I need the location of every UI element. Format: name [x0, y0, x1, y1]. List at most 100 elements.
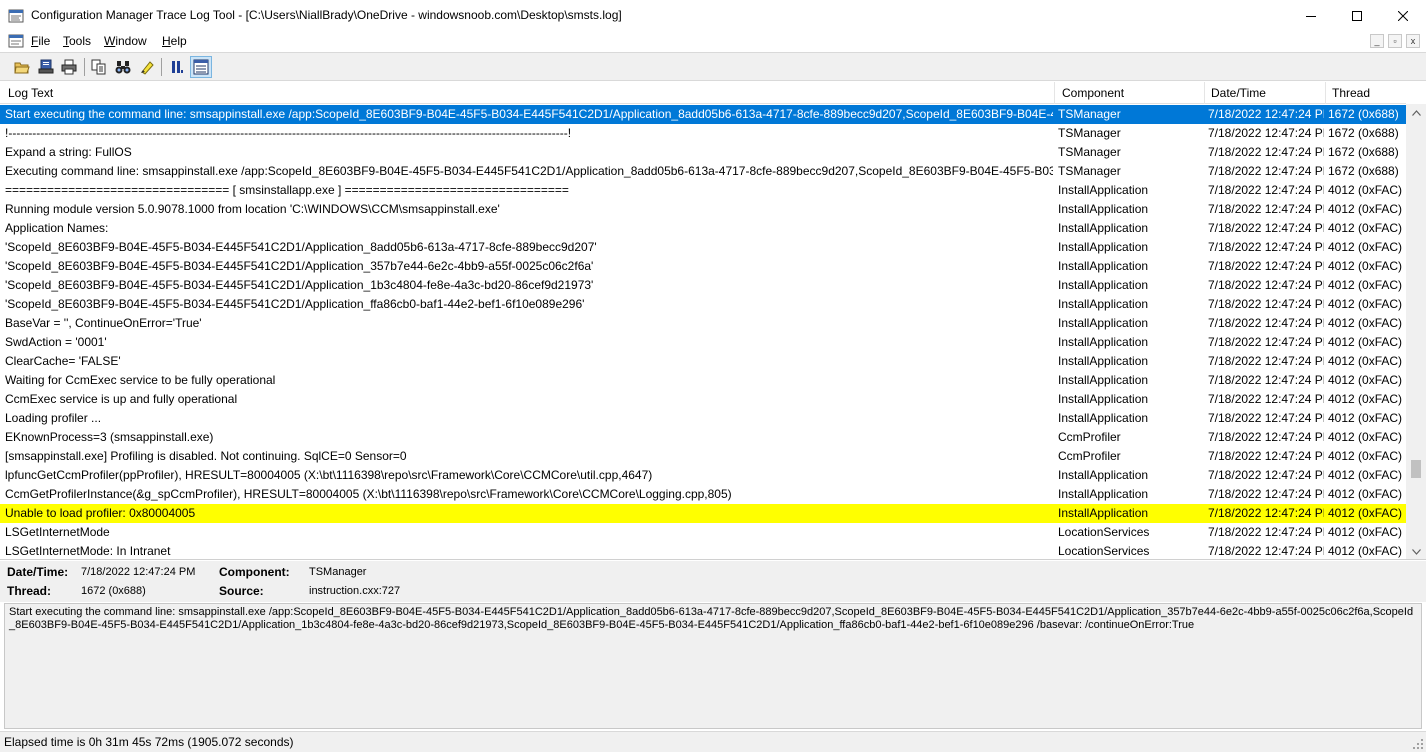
mdi-close-button[interactable]: x: [1406, 34, 1420, 48]
component-cell: CcmProfiler: [1058, 430, 1121, 444]
log-row[interactable]: lpfuncGetCcmProfiler(ppProfiler), HRESUL…: [0, 466, 1406, 485]
vertical-scrollbar[interactable]: [1406, 104, 1426, 559]
print-setup-button[interactable]: [35, 56, 57, 78]
toolbar-separator: [161, 58, 162, 76]
menu-tools-label: ools: [69, 34, 92, 48]
component-cell: TSManager: [1058, 126, 1121, 140]
log-row[interactable]: [smsappinstall.exe] Profiling is disable…: [0, 447, 1406, 466]
log-rows: Start executing the command line: smsapp…: [0, 105, 1406, 559]
thread-cell: 4012 (0xFAC): [1328, 278, 1403, 292]
log-text-cell: Expand a string: FullOS: [5, 145, 132, 159]
component-cell: LocationServices: [1058, 544, 1150, 558]
log-text-cell: LSGetInternetMode: [5, 525, 110, 539]
chevron-up-icon: [1411, 109, 1421, 116]
log-row[interactable]: Loading profiler ... InstallApplication 7/…: [0, 409, 1406, 428]
copy-button[interactable]: [88, 56, 110, 78]
minimize-button[interactable]: [1288, 0, 1334, 31]
toolbar: [0, 52, 1426, 81]
log-row[interactable]: 'ScopeId_8E603BF9-B04E-45F5-B034-E445F54…: [0, 238, 1406, 257]
menu-window-accelerator: W: [104, 34, 116, 48]
log-row[interactable]: LSGetInternetMode: In Intranet LocationSe…: [0, 542, 1406, 559]
component-cell: InstallApplication: [1058, 506, 1149, 520]
log-row[interactable]: !---------------------------------------…: [0, 124, 1406, 143]
log-text-cell: BaseVar = '', ContinueOnError='True': [5, 316, 202, 330]
error-lookup-button[interactable]: [190, 56, 212, 78]
highlight-button[interactable]: [136, 56, 158, 78]
component-cell: InstallApplication: [1058, 202, 1149, 216]
log-row[interactable]: BaseVar = '', ContinueOnError='True' Inst…: [0, 314, 1406, 333]
log-row[interactable]: CcmGetProfilerInstance(&g_spCcmProfiler)…: [0, 485, 1406, 504]
pause-button[interactable]: [166, 56, 188, 78]
log-row[interactable]: ================================ [ smsin…: [0, 181, 1406, 200]
scroll-down-button[interactable]: [1406, 543, 1426, 559]
log-row[interactable]: 'ScopeId_8E603BF9-B04E-45F5-B034-E445F54…: [0, 295, 1406, 314]
thread-cell: 4012 (0xFAC): [1328, 221, 1403, 235]
mdi-minimize-button[interactable]: _: [1370, 34, 1384, 48]
menu-file[interactable]: File: [31, 34, 50, 48]
find-button[interactable]: [112, 56, 134, 78]
elapsed-time-text: Elapsed time is 0h 31m 45s 72ms (1905.07…: [4, 735, 294, 749]
log-row-selected[interactable]: Start executing the command line: smsapp…: [0, 105, 1406, 124]
print-button[interactable]: [58, 56, 80, 78]
scroll-thumb[interactable]: [1411, 460, 1421, 478]
menu-bar: File Tools Window Help _ ▫ x: [0, 31, 1426, 51]
cmtrace-app-icon: [8, 9, 24, 23]
menu-help[interactable]: Help: [162, 34, 187, 48]
log-row[interactable]: SwdAction = '0001' InstallApplication 7/18…: [0, 333, 1406, 352]
log-row[interactable]: 'ScopeId_8E603BF9-B04E-45F5-B034-E445F54…: [0, 257, 1406, 276]
component-cell: InstallApplication: [1058, 373, 1149, 387]
scroll-up-button[interactable]: [1406, 104, 1426, 121]
thread-cell: 1672 (0x688): [1328, 164, 1399, 178]
maximize-button[interactable]: [1334, 0, 1380, 31]
log-row[interactable]: Waiting for CcmExec service to be fully …: [0, 371, 1406, 390]
thread-cell: 1672 (0x688): [1328, 145, 1399, 159]
log-row[interactable]: Executing command line: smsappinstall.ex…: [0, 162, 1406, 181]
log-row[interactable]: EKnownProcess=3 (smsappinstall.exe) CcmPr…: [0, 428, 1406, 447]
mdi-restore-button[interactable]: ▫: [1388, 34, 1402, 48]
thread-cell: 4012 (0xFAC): [1328, 202, 1403, 216]
document-window-icon[interactable]: [8, 33, 24, 49]
thread-cell: 1672 (0x688): [1328, 126, 1399, 140]
datetime-cell: 7/18/2022 12:47:24 PM: [1208, 430, 1324, 444]
thread-cell: 4012 (0xFAC): [1328, 525, 1403, 539]
component-cell: InstallApplication: [1058, 468, 1149, 482]
thread-cell: 4012 (0xFAC): [1328, 411, 1403, 425]
chevron-down-icon: [1411, 548, 1421, 555]
log-row[interactable]: CcmExec service is up and fully operatio…: [0, 390, 1406, 409]
source-value: instruction.cxx:727: [309, 585, 401, 597]
column-header-datetime[interactable]: Date/Time: [1206, 82, 1326, 104]
log-list[interactable]: Log Text Component Date/Time Thread Star…: [0, 82, 1426, 560]
datetime-value: 7/18/2022 12:47:24 PM: [81, 566, 196, 578]
datetime-cell: 7/18/2022 12:47:24 PM: [1208, 126, 1324, 140]
datetime-cell: 7/18/2022 12:47:24 PM: [1208, 164, 1324, 178]
column-header-thread[interactable]: Thread: [1327, 82, 1406, 104]
log-row-error[interactable]: Unable to load profiler: 0x80004005 Insta…: [0, 504, 1406, 523]
thread-cell: 4012 (0xFAC): [1328, 297, 1403, 311]
log-text-cell: Application Names:: [5, 221, 109, 235]
open-icon: [14, 62, 30, 74]
component-value: TSManager: [309, 566, 367, 578]
log-row[interactable]: LSGetInternetMode LocationServices 7/18/20…: [0, 523, 1406, 542]
log-row[interactable]: Application Names: InstallApplication 7/18…: [0, 219, 1406, 238]
component-cell: InstallApplication: [1058, 278, 1149, 292]
column-header-log-text[interactable]: Log Text: [3, 82, 1055, 104]
log-row[interactable]: Expand a string: FullOS TSManager 7/18/202…: [0, 143, 1406, 162]
component-cell: TSManager: [1058, 145, 1121, 159]
log-row[interactable]: ClearCache= 'FALSE' InstallApplication 7/1…: [0, 352, 1406, 371]
maximize-icon: [1352, 10, 1362, 21]
datetime-cell: 7/18/2022 12:47:24 PM: [1208, 449, 1324, 463]
component-cell: InstallApplication: [1058, 411, 1149, 425]
log-row[interactable]: 'ScopeId_8E603BF9-B04E-45F5-B034-E445F54…: [0, 276, 1406, 295]
log-text-cell: SwdAction = '0001': [5, 335, 107, 349]
log-text-cell: 'ScopeId_8E603BF9-B04E-45F5-B034-E445F54…: [5, 297, 585, 311]
column-header-component[interactable]: Component: [1057, 82, 1205, 104]
resize-grip-icon[interactable]: [1412, 738, 1424, 750]
message-text-box[interactable]: Start executing the command line: smsapp…: [4, 603, 1422, 729]
menu-tools[interactable]: Tools: [63, 34, 91, 48]
log-text-cell: CcmExec service is up and fully operatio…: [5, 392, 238, 406]
log-row[interactable]: Running module version 5.0.9078.1000 fro…: [0, 200, 1406, 219]
open-button[interactable]: [11, 56, 33, 78]
thread-cell: 4012 (0xFAC): [1328, 449, 1403, 463]
menu-window[interactable]: Window: [104, 34, 147, 48]
close-button[interactable]: [1380, 0, 1426, 31]
